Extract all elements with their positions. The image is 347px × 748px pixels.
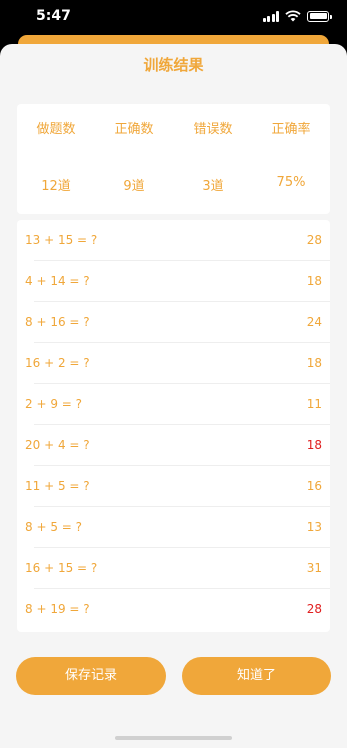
answer-text: 24 — [306, 315, 322, 329]
ok-button[interactable]: 知道了 — [182, 657, 331, 695]
stat-label: 正确率 — [271, 122, 311, 137]
stat-value: 9道 — [123, 179, 145, 194]
home-indicator[interactable] — [115, 736, 232, 740]
question-text: 13 + 15 = ? — [25, 233, 98, 247]
stat-label: 做题数 — [36, 122, 76, 137]
answer-text: 28 — [306, 233, 322, 247]
question-text: 8 + 19 = ? — [25, 602, 90, 616]
answer-text: 13 — [306, 520, 322, 534]
list-item: 16 + 2 = ? 18 — [17, 343, 330, 384]
answer-text: 11 — [306, 397, 322, 411]
answer-text: 16 — [306, 479, 322, 493]
stat-value: 12道 — [41, 179, 71, 194]
list-item: 8 + 19 = ? 28 — [17, 589, 330, 630]
question-text: 16 + 2 = ? — [25, 356, 90, 370]
list-item: 8 + 5 = ? 13 — [17, 507, 330, 548]
stats-card: 做题数 12道 正确数 9道 错误数 3道 正确率 75% — [17, 104, 330, 214]
question-text: 11 + 5 = ? — [25, 479, 90, 493]
result-sheet: 训练结果 做题数 12道 正确数 9道 错误数 3道 正确率 75% 13 + … — [0, 44, 347, 748]
wifi-icon — [285, 10, 301, 22]
list-item: 2 + 9 = ? 11 — [17, 384, 330, 425]
answer-text: 31 — [306, 561, 322, 575]
cellular-signal-icon — [262, 10, 279, 22]
answer-text: 18 — [306, 356, 322, 370]
status-bar: 5:47 — [0, 0, 347, 36]
list-item: 20 + 4 = ? 18 — [17, 425, 330, 466]
list-item: 11 + 5 = ? 16 — [17, 466, 330, 507]
stat-value: 3道 — [202, 179, 224, 194]
answer-text: 18 — [306, 274, 322, 288]
stat-label: 错误数 — [193, 122, 233, 137]
list-item: 16 + 15 = ? 31 — [17, 548, 330, 589]
list-item: 8 + 16 = ? 24 — [17, 302, 330, 343]
question-text: 2 + 9 = ? — [25, 397, 83, 411]
question-text: 8 + 16 = ? — [25, 315, 90, 329]
list-item: 13 + 15 = ? 28 — [17, 220, 330, 261]
answer-text: 18 — [306, 438, 322, 452]
save-record-button[interactable]: 保存记录 — [16, 657, 166, 695]
question-text: 16 + 15 = ? — [25, 561, 98, 575]
results-list: 13 + 15 = ? 28 4 + 14 = ? 18 8 + 16 = ? … — [17, 220, 330, 632]
answer-text: 28 — [306, 602, 322, 616]
list-item: 4 + 14 = ? 18 — [17, 261, 330, 302]
status-icons — [262, 10, 332, 22]
battery-icon — [307, 10, 332, 22]
status-time: 5:47 — [36, 8, 71, 24]
question-text: 8 + 5 = ? — [25, 520, 83, 534]
stat-label: 正确数 — [114, 122, 154, 137]
page-title: 训练结果 — [143, 56, 204, 74]
stat-value: 75% — [276, 175, 306, 190]
question-text: 4 + 14 = ? — [25, 274, 90, 288]
question-text: 20 + 4 = ? — [25, 438, 90, 452]
